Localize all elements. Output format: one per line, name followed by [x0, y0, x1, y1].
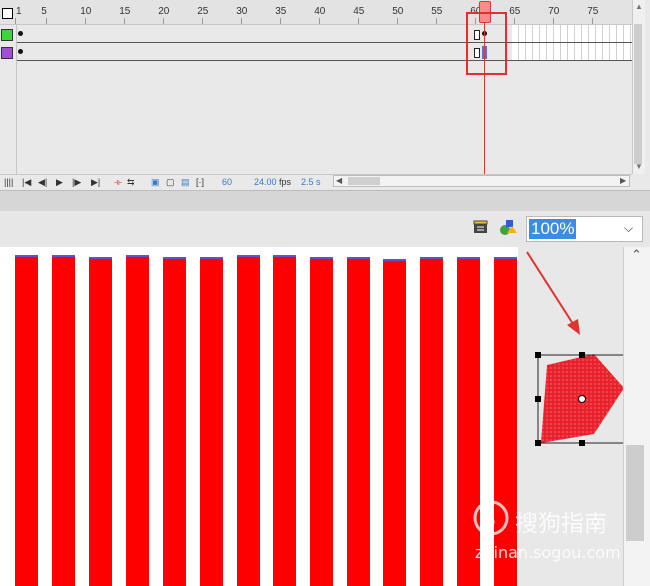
frame-number: 1 — [16, 6, 22, 17]
stage-bar[interactable] — [457, 257, 480, 586]
frame-tick — [280, 18, 282, 24]
frame-tick — [241, 18, 243, 24]
stage-bar[interactable] — [126, 255, 149, 586]
layer-row-2[interactable] — [0, 44, 632, 61]
last-frame-icon[interactable]: ▶| — [91, 177, 100, 188]
panel-divider[interactable] — [0, 190, 650, 212]
svg-text:S: S — [483, 507, 496, 531]
grip-icon: |||| — [4, 177, 14, 187]
stage-bar[interactable] — [163, 257, 186, 586]
frame-tick — [592, 18, 594, 24]
frame-number: 30 — [236, 6, 248, 17]
current-frame-value[interactable]: 60 — [222, 177, 232, 187]
edit-scene-icon[interactable] — [473, 219, 489, 235]
frame-tick — [358, 18, 360, 24]
keyframe[interactable] — [18, 31, 23, 36]
frame-ruler[interactable]: 1 5 10 15 20 25 30 35 40 45 50 55 60 65 70 75 — [0, 0, 632, 25]
prev-frame-icon[interactable]: ◀| — [38, 177, 47, 188]
timeline-hscroll-thumb[interactable] — [348, 177, 380, 185]
frame-tick — [124, 18, 126, 24]
stage-bar[interactable] — [310, 257, 333, 586]
frame-tick — [319, 18, 321, 24]
edit-multiple-icon[interactable]: ▤ — [181, 177, 190, 188]
keyframe[interactable] — [18, 49, 23, 54]
frame-tick — [46, 18, 48, 24]
pentagon-shape[interactable] — [533, 350, 633, 450]
frame-tick — [202, 18, 204, 24]
next-frame-icon[interactable]: |▶ — [72, 177, 81, 188]
frame-number: 20 — [158, 6, 170, 17]
frame-number: 55 — [431, 6, 443, 17]
stage-bar[interactable] — [420, 257, 443, 586]
stage-bar[interactable] — [89, 257, 112, 586]
frame-number: 15 — [119, 6, 131, 17]
zoom-value[interactable]: 100% — [529, 219, 577, 239]
frame-number: 5 — [41, 6, 47, 17]
annotation-arrow — [520, 247, 590, 337]
frame-tick — [15, 18, 16, 24]
frame-tick — [436, 18, 438, 24]
onion-markers-icon[interactable]: [·] — [196, 177, 204, 187]
watermark-brand: 搜狗指南 — [515, 511, 607, 537]
stage-bar[interactable] — [237, 255, 260, 586]
chevron-up-icon[interactable]: ⌃ — [631, 247, 642, 263]
layer-gutter — [0, 25, 17, 174]
frame-number: 10 — [80, 6, 92, 17]
stage-bar[interactable] — [200, 257, 223, 586]
layer-row-1[interactable] — [0, 26, 632, 43]
scroll-right-icon[interactable]: ▶ — [620, 176, 626, 185]
onion-outline-icon[interactable]: ▢ — [166, 177, 175, 188]
fps-value[interactable]: 24.00 — [254, 177, 277, 187]
watermark-url: zhinan.sogou.com — [475, 543, 621, 562]
frame-tick — [163, 18, 165, 24]
annotation-highlight-box — [466, 12, 507, 75]
frame-number: 75 — [587, 6, 599, 17]
first-frame-icon[interactable]: |◀ — [22, 177, 31, 188]
center-frame-icon[interactable]: ⟛ — [114, 177, 122, 188]
outline-square-icon[interactable] — [2, 8, 13, 19]
stage-bar[interactable] — [15, 255, 38, 586]
frame-tick — [514, 18, 516, 24]
play-icon[interactable]: ▶ — [56, 177, 63, 188]
layer-frames[interactable] — [16, 44, 632, 61]
fps-unit: fps — [279, 177, 292, 187]
frame-number: 65 — [509, 6, 521, 17]
timeline-vscroll-thumb[interactable] — [634, 24, 642, 164]
loop-icon[interactable]: ⇆ — [127, 177, 135, 188]
bars-group — [0, 247, 518, 586]
frame-number: 25 — [197, 6, 209, 17]
scroll-left-icon[interactable]: ◀ — [336, 176, 342, 185]
edit-symbols-icon[interactable] — [498, 218, 520, 236]
elapsed-time: 2.5 s — [301, 177, 321, 187]
frame-number: 40 — [314, 6, 326, 17]
frame-number: 45 — [353, 6, 365, 17]
frame-tick — [553, 18, 555, 24]
stage-bar[interactable] — [383, 259, 406, 586]
stage-bar[interactable] — [494, 257, 517, 586]
stage-bar[interactable] — [52, 255, 75, 586]
onion-skin-icon[interactable]: ▣ — [151, 177, 160, 188]
frame-tick — [85, 18, 87, 24]
chevron-down-icon[interactable]: ⌵ — [624, 221, 633, 236]
layer-frames[interactable] — [16, 26, 632, 43]
frame-number: 35 — [275, 6, 287, 17]
stage-bar[interactable] — [273, 255, 296, 586]
stage-vscroll-thumb[interactable] — [626, 445, 644, 541]
sogou-logo-icon: S — [473, 500, 513, 536]
scroll-up-icon[interactable]: ▲ — [635, 2, 643, 11]
frame-tick — [397, 18, 399, 24]
frame-number: 50 — [392, 6, 404, 17]
stage-bar[interactable] — [347, 257, 370, 586]
frame-number: 70 — [548, 6, 560, 17]
